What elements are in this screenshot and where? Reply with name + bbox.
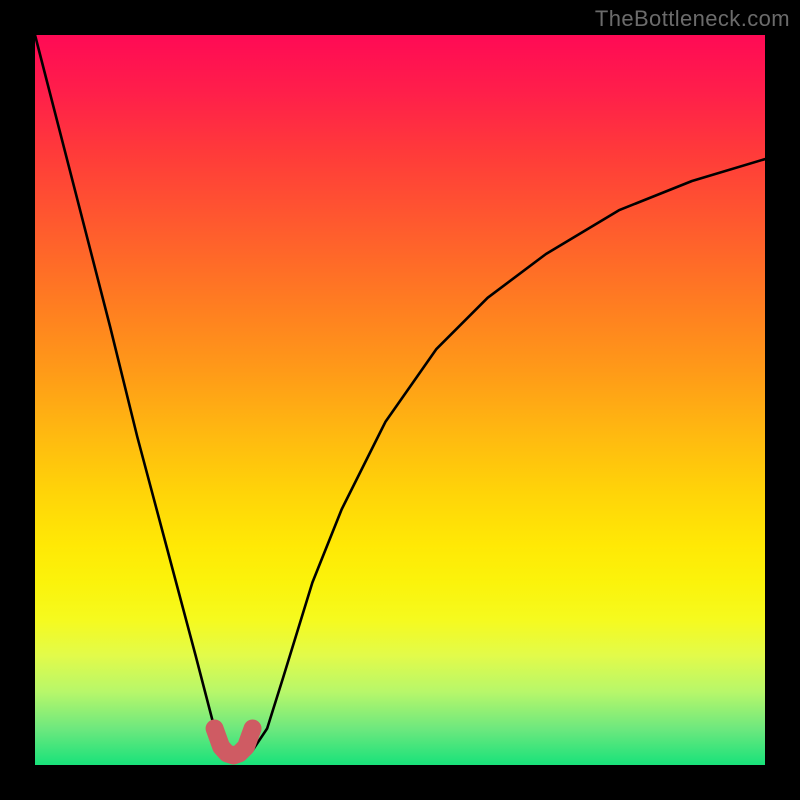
watermark-text: TheBottleneck.com <box>595 6 790 32</box>
bottleneck-curve <box>35 35 765 756</box>
chart-frame: TheBottleneck.com <box>0 0 800 800</box>
plot-area <box>35 35 765 765</box>
plot-svg <box>35 35 765 765</box>
valley-marker <box>215 729 253 756</box>
